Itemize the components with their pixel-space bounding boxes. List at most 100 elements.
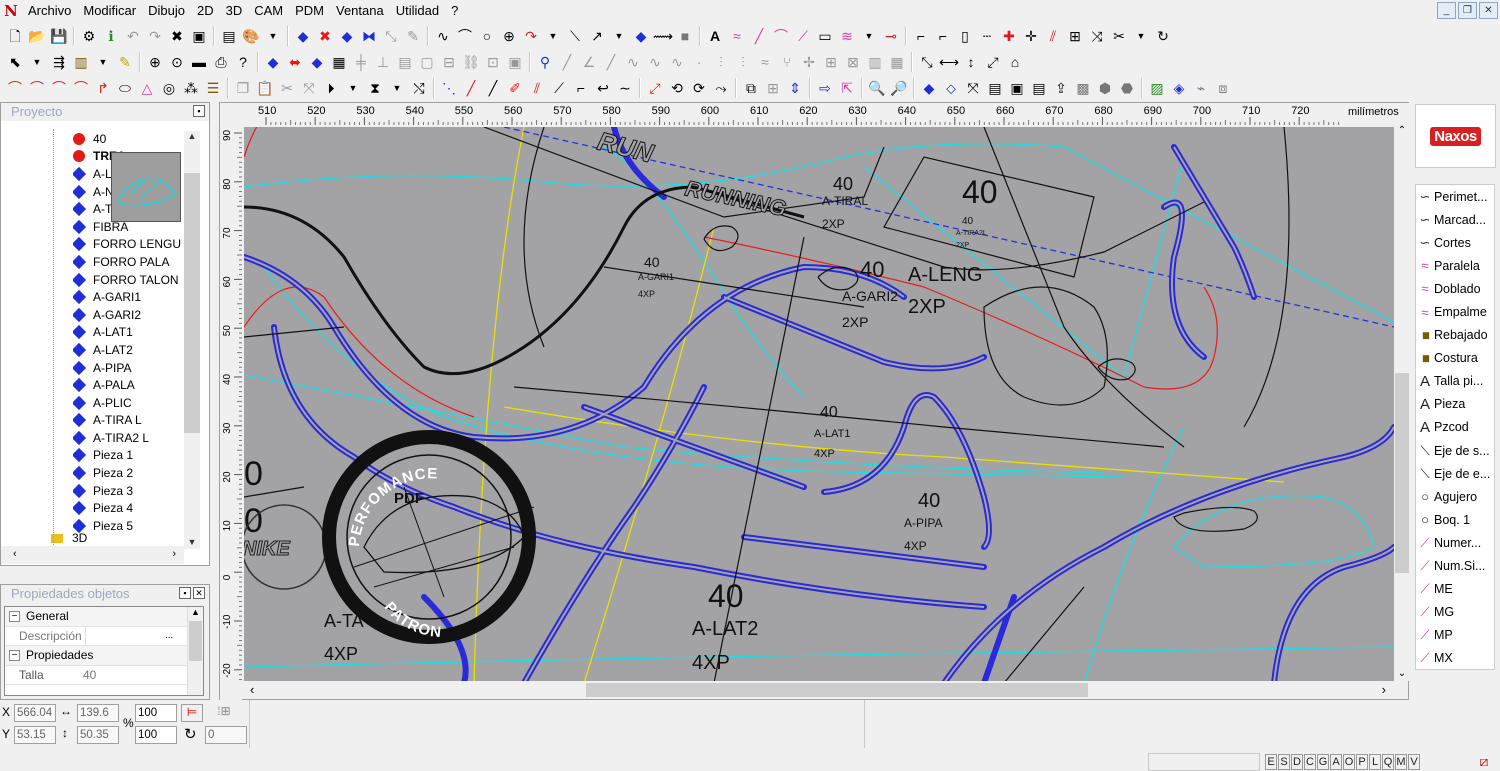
mode-toggle-button[interactable]: C (1304, 754, 1316, 770)
hook-icon[interactable]: ↩ (592, 77, 614, 99)
piece-cut-icon[interactable]: ⬌ (284, 51, 306, 73)
mode-toggle-button[interactable]: E (1265, 754, 1277, 770)
piece-icon[interactable]: ◆ (336, 25, 358, 47)
merge-icon[interactable]: ⤧ (298, 77, 320, 99)
curve4-icon[interactable]: ∿ (666, 51, 688, 73)
grid2-icon[interactable]: ⊞ (762, 77, 784, 99)
tree-item[interactable]: Pieza 1 (73, 447, 183, 465)
link-icon[interactable]: ⛓ (460, 51, 482, 73)
tree-item-3d[interactable]: 3D (51, 531, 87, 545)
cut-red-icon[interactable]: ✚ (998, 25, 1020, 47)
mode-toggle-button[interactable]: L (1369, 754, 1381, 770)
step-icon[interactable]: ⌐ (570, 77, 592, 99)
scroll-up-icon[interactable]: ⌃ (1394, 125, 1410, 136)
chevron-down-icon[interactable]: ▼ (1130, 25, 1152, 47)
zoom-in-icon[interactable]: 🔍 (866, 77, 888, 99)
layers-icon[interactable]: ▤ (218, 25, 240, 47)
curve2-icon[interactable]: ∿ (622, 51, 644, 73)
dash-icon[interactable]: ┄ (976, 25, 998, 47)
tool-item[interactable]: A Pzcod (1416, 416, 1494, 439)
menu-item[interactable]: PDM (289, 0, 330, 22)
tool-item[interactable]: ⟋ MX (1416, 647, 1494, 670)
sheet-icon[interactable]: ▤ (1028, 77, 1050, 99)
stack2-icon[interactable]: ▩ (1072, 77, 1094, 99)
cross-icon[interactable]: ✛ (1020, 25, 1042, 47)
scroll-up-icon[interactable]: ▲ (184, 131, 200, 141)
chevron-down-icon[interactable]: ▼ (262, 25, 284, 47)
tool-item[interactable]: A Pieza (1416, 393, 1494, 416)
duplicate-icon[interactable]: ⧉ (740, 77, 762, 99)
ruler-icon[interactable]: ▬ (188, 51, 210, 73)
arc-red5-icon[interactable]: ↱ (92, 77, 114, 99)
tree-item[interactable]: 40 (73, 130, 183, 148)
arrow-right-icon[interactable]: ⇨ (814, 77, 836, 99)
ellipsis-button[interactable]: ... (165, 630, 173, 641)
arc-pink-icon[interactable]: ⌒ (770, 25, 792, 47)
paste-icon[interactable]: 📋 (254, 77, 276, 99)
mode-toggle-button[interactable]: S (1278, 754, 1290, 770)
tree-item[interactable]: A-LAT1 (73, 324, 183, 342)
tool-item[interactable]: ∽ Marcad... (1416, 208, 1494, 231)
tree-item[interactable]: A-LAT2 (73, 341, 183, 359)
tool-item[interactable]: ▮▮ Costura (1416, 347, 1494, 370)
curve-red-icon[interactable]: ↷ (520, 25, 542, 47)
table2-icon[interactable]: ▤ (984, 77, 1006, 99)
remove-piece-icon[interactable]: ✖ (314, 25, 336, 47)
corner-arrow-icon[interactable]: ⤢ (982, 51, 1004, 73)
save-icon[interactable]: 💾 (48, 25, 70, 47)
stripes-icon[interactable]: ☰ (202, 77, 224, 99)
tool-item[interactable]: ○ Agujero (1416, 485, 1494, 508)
line2-icon[interactable]: ╱ (600, 51, 622, 73)
app-logo-icon[interactable]: N (0, 0, 22, 22)
page-icon[interactable]: ▯ (954, 25, 976, 47)
zoom-window-icon[interactable]: ⊙ (166, 51, 188, 73)
scroll-thumb[interactable] (184, 173, 200, 433)
shape2-icon[interactable]: ⬢ (1094, 77, 1116, 99)
updown-icon[interactable]: ⇕ (784, 77, 806, 99)
panel-pin-icon[interactable]: ▪ (179, 587, 191, 599)
menu-item[interactable]: Ventana (330, 0, 390, 22)
menu-item[interactable]: Utilidad (390, 0, 445, 22)
text-icon[interactable]: A (704, 25, 726, 47)
line-icon[interactable]: ⟍ (564, 25, 586, 47)
window-icon[interactable]: ▣ (1006, 77, 1028, 99)
frame2-icon[interactable]: ▦ (886, 51, 908, 73)
corner2-icon[interactable]: ⌐ (932, 25, 954, 47)
export-icon[interactable]: ⇪ (1050, 77, 1072, 99)
tree-item[interactable]: A-GARI2 (73, 306, 183, 324)
tree-item[interactable]: Pieza 3 (73, 482, 183, 500)
tree-item[interactable]: A-PLIC (73, 394, 183, 412)
redo-icon[interactable]: ↷ (144, 25, 166, 47)
cut-icon[interactable]: ✂ (276, 77, 298, 99)
branch-icon[interactable]: ⑂ (776, 51, 798, 73)
shape3-icon[interactable]: ⬣ (1116, 77, 1138, 99)
arc-icon[interactable]: ⌒ (454, 25, 476, 47)
spline-icon[interactable]: ∿ (432, 25, 454, 47)
brush-icon[interactable]: ⟋ (792, 25, 814, 47)
mirror-icon[interactable]: ⧓ (358, 25, 380, 47)
chevron-down-icon[interactable]: ▼ (542, 25, 564, 47)
scroll-down-icon[interactable]: ▼ (184, 537, 200, 547)
description-row[interactable]: Descripción... (5, 626, 203, 646)
collapse-icon[interactable]: − (9, 610, 20, 622)
image-icon[interactable]: ▨ (1146, 77, 1168, 99)
tool-item[interactable]: ∽ Cortes (1416, 231, 1494, 254)
scale-x-field[interactable]: 100 (135, 704, 177, 722)
point-icon[interactable]: ⊕ (498, 25, 520, 47)
mirror-button[interactable]: ⊨ (181, 704, 203, 722)
polyline-icon[interactable]: ↗ (586, 25, 608, 47)
cube-icon[interactable]: ⧈ (1212, 77, 1234, 99)
tree-horizontal-scrollbar[interactable]: ‹ › (1, 546, 184, 564)
print-icon[interactable]: ⎙ (210, 51, 232, 73)
trace-icon[interactable]: ⟿ (652, 25, 674, 47)
tool-item[interactable]: ⟋ MP (1416, 624, 1494, 647)
zoom-icon[interactable]: ⊕ (144, 51, 166, 73)
slash-icon[interactable]: ╱ (460, 77, 482, 99)
marker-icon[interactable]: ⊸ (880, 25, 902, 47)
frame-icon[interactable]: ▣ (504, 51, 526, 73)
panel-pin-icon[interactable]: ▪ (193, 105, 205, 117)
tool-item[interactable]: ⟋ Num.Si... (1416, 555, 1494, 578)
wave3-icon[interactable]: ∼ (614, 77, 636, 99)
split2-icon[interactable]: ⫶ (732, 51, 754, 73)
x-coordinate-field[interactable]: 566.04 (14, 704, 56, 722)
